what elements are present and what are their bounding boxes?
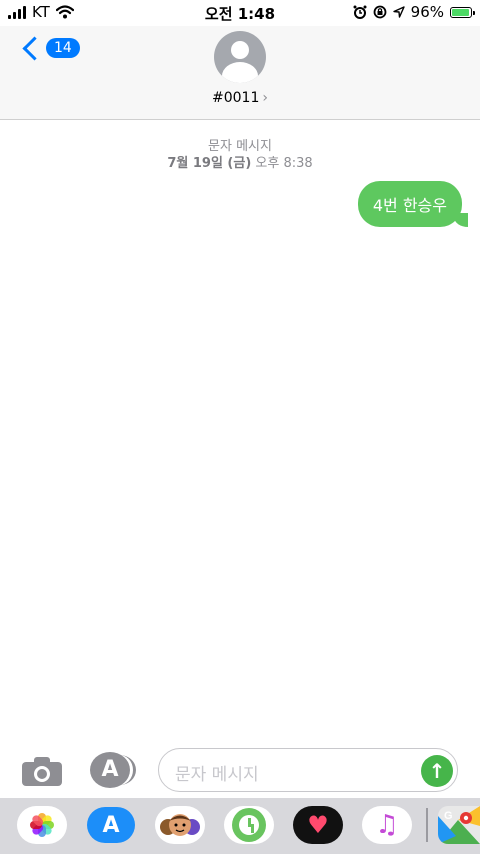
- message-input-placeholder: 문자 메시지: [175, 765, 259, 785]
- drawer-app-maps[interactable]: G: [438, 806, 480, 844]
- status-right: 96%: [353, 3, 475, 21]
- app-store-icon: A: [87, 807, 135, 843]
- message-input[interactable]: 문자 메시지 ↑: [158, 748, 458, 792]
- battery-percent: 96%: [410, 3, 444, 21]
- maps-icon: G: [438, 806, 480, 844]
- alarm-icon: [353, 5, 367, 19]
- drawer-app-music[interactable]: ♫: [362, 806, 412, 844]
- drawer-app-clock[interactable]: [224, 806, 274, 844]
- heart-icon: ♥: [293, 806, 343, 844]
- app-store-drawer-button[interactable]: A: [90, 752, 136, 788]
- battery-level: [452, 8, 470, 16]
- contact-name: #0011: [212, 90, 260, 106]
- send-button[interactable]: ↑: [421, 755, 453, 787]
- timestamp-time: 오후 8:38: [255, 156, 313, 171]
- clock-icon: [232, 808, 266, 842]
- back-button[interactable]: 14: [20, 35, 80, 61]
- person-head-icon: [231, 41, 249, 59]
- drawer-app-heart[interactable]: ♥: [293, 806, 343, 844]
- battery-icon: [450, 6, 475, 18]
- music-note-icon: ♫: [375, 810, 399, 840]
- contact-avatar[interactable]: [214, 31, 266, 83]
- conversation-header: 14 #0011 ›: [0, 26, 480, 120]
- drawer-app-app-store[interactable]: A: [86, 806, 136, 844]
- rotation-lock-icon: [373, 5, 387, 19]
- status-bar: KT 오전 1:48 96%: [0, 0, 480, 26]
- timestamp-date: 7월 19일 (금): [167, 156, 252, 171]
- unread-badge: 14: [46, 38, 80, 58]
- compose-bar: A 문자 메시지 ↑: [0, 742, 480, 798]
- drawer-app-memoji[interactable]: [155, 806, 205, 844]
- sent-message-bubble[interactable]: 4번 한승우: [357, 181, 469, 227]
- person-body-icon: [222, 62, 258, 83]
- memoji-icon: [160, 814, 200, 836]
- contact-title[interactable]: #0011 ›: [0, 90, 480, 106]
- drawer-app-photos[interactable]: [17, 806, 67, 844]
- chevron-right-icon: ›: [262, 90, 268, 106]
- conversation-timestamp: 7월 19일 (금) 오후 8:38: [0, 152, 480, 171]
- camera-button[interactable]: [22, 756, 62, 786]
- arrow-up-icon: ↑: [428, 759, 446, 783]
- photos-icon: [30, 813, 54, 837]
- drawer-divider: [426, 808, 428, 842]
- location-icon: [392, 6, 405, 18]
- imessage-app-drawer: A ♥ ♫ G: [0, 798, 480, 854]
- app-store-icon: A: [101, 757, 119, 782]
- svg-text:G: G: [444, 810, 453, 822]
- chevron-left-icon: [22, 35, 47, 61]
